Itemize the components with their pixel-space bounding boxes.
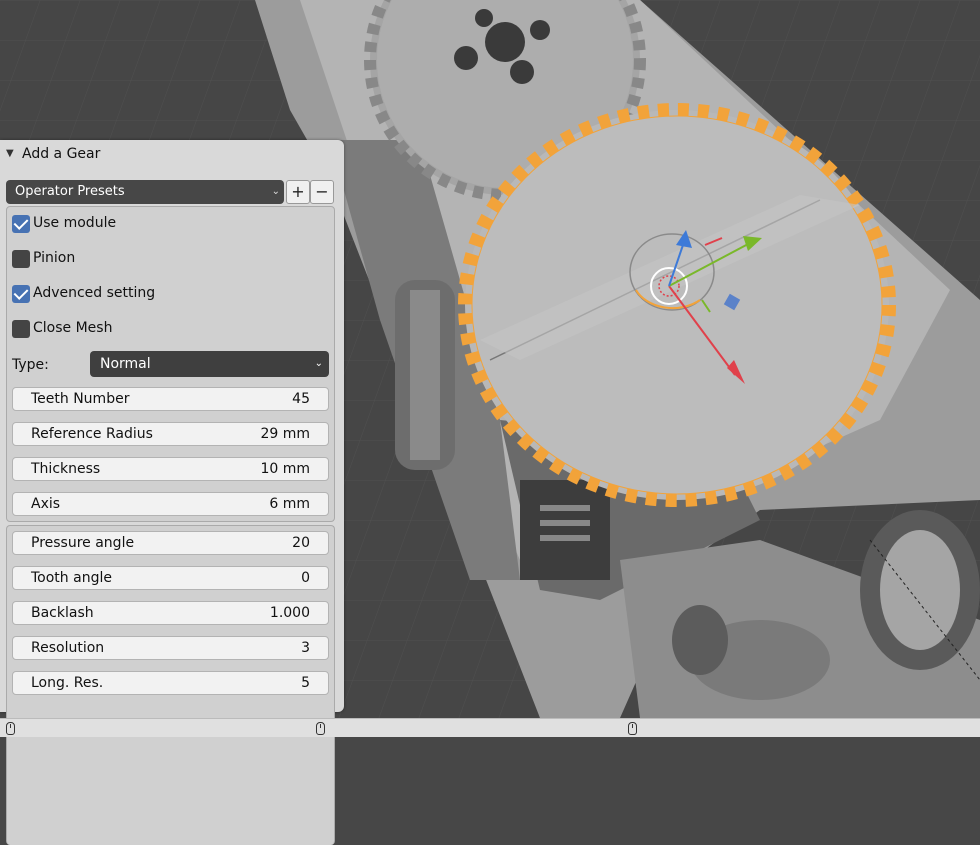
field-label: Backlash — [31, 605, 94, 621]
field-value: 20 — [292, 535, 310, 551]
selected-gear[interactable] — [458, 103, 896, 507]
type-dropdown[interactable]: Normal ⌄ — [90, 351, 329, 377]
checkbox-label: Pinion — [33, 250, 76, 266]
checkbox-label: Use module — [33, 215, 117, 231]
mouse-middle-icon — [316, 722, 325, 735]
presets-label: Operator Presets — [15, 184, 125, 199]
side-gear — [395, 280, 455, 470]
resolution-field[interactable]: Resolution 3 — [12, 636, 329, 660]
chevron-down-icon: ⌄ — [271, 186, 280, 197]
reference-radius-field[interactable]: Reference Radius 29 mm — [12, 422, 329, 446]
field-value: 5 — [301, 675, 310, 691]
status-bar — [0, 718, 980, 737]
remove-preset-button[interactable]: − — [310, 180, 334, 204]
tooth-angle-field[interactable]: Tooth angle 0 — [12, 566, 329, 590]
field-value: 45 — [292, 391, 310, 407]
long-res-field[interactable]: Long. Res. 5 — [12, 671, 329, 695]
add-preset-button[interactable]: + — [286, 180, 310, 204]
field-label: Tooth angle — [31, 570, 112, 586]
operator-presets-dropdown[interactable]: Operator Presets ⌄ — [6, 180, 284, 204]
field-label: Resolution — [31, 640, 105, 656]
field-value: 3 — [301, 640, 310, 656]
type-label: Type: — [12, 357, 49, 373]
field-label: Long. Res. — [31, 675, 104, 691]
field-value: 29 mm — [260, 426, 310, 442]
checkbox-unchecked[interactable] — [12, 320, 30, 338]
axis-field[interactable]: Axis 6 mm — [12, 492, 329, 516]
field-value: 6 mm — [269, 496, 310, 512]
field-label: Reference Radius — [31, 426, 153, 442]
type-value: Normal — [100, 356, 151, 372]
checkbox-label: Close Mesh — [33, 320, 113, 336]
field-value: 10 mm — [260, 461, 310, 477]
pressure-angle-field[interactable]: Pressure angle 20 — [12, 531, 329, 555]
panel-header[interactable]: ▼ Add a Gear — [0, 140, 344, 168]
mouse-right-icon — [628, 722, 637, 735]
backlash-field[interactable]: Backlash 1.000 — [12, 601, 329, 625]
panel-title: Add a Gear — [22, 146, 101, 162]
field-label: Pressure angle — [31, 535, 135, 551]
field-label: Teeth Number — [31, 391, 130, 407]
mouse-left-icon — [6, 722, 15, 735]
thickness-field[interactable]: Thickness 10 mm — [12, 457, 329, 481]
field-label: Axis — [31, 496, 61, 512]
operator-panel: ▼ Add a Gear Operator Presets ⌄ + − Use … — [0, 140, 344, 845]
checkbox-unchecked[interactable] — [12, 250, 30, 268]
checkbox-label: Advenced setting — [33, 285, 156, 301]
field-value: 1.000 — [269, 605, 310, 621]
disclosure-triangle-icon[interactable]: ▼ — [6, 148, 14, 159]
checkbox-checked[interactable] — [12, 215, 30, 233]
field-label: Thickness — [31, 461, 101, 477]
field-value: 0 — [301, 570, 310, 586]
chevron-down-icon: ⌄ — [314, 358, 323, 369]
teeth-number-field[interactable]: Teeth Number 45 — [12, 387, 329, 411]
checkbox-checked[interactable] — [12, 285, 30, 303]
